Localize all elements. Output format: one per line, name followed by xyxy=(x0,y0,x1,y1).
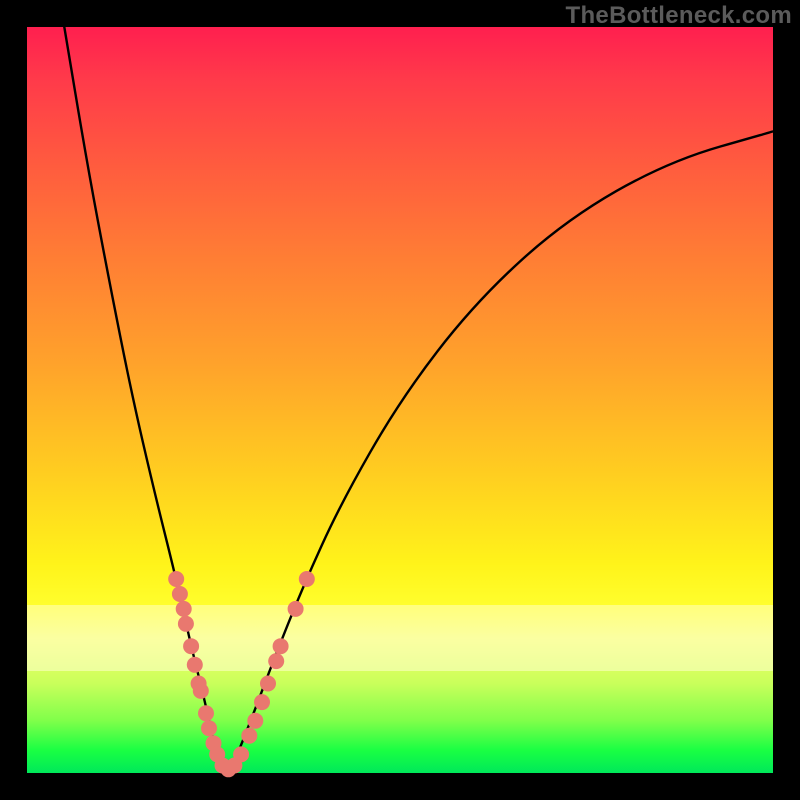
watermark-text: TheBottleneck.com xyxy=(566,2,792,30)
sample-dot xyxy=(241,728,257,744)
sample-dot xyxy=(201,720,217,736)
curve-layer xyxy=(27,27,773,773)
bottleneck-curve xyxy=(64,27,773,768)
sample-dot xyxy=(187,657,203,673)
sample-dot xyxy=(178,616,194,632)
sample-dot xyxy=(273,638,289,654)
chart-frame: TheBottleneck.com xyxy=(0,0,800,800)
sample-dot xyxy=(268,653,284,669)
sample-dot xyxy=(168,571,184,587)
sample-dot xyxy=(183,638,199,654)
sample-dot xyxy=(233,746,249,762)
sample-dot xyxy=(172,586,188,602)
sample-dot xyxy=(247,713,263,729)
sample-dot xyxy=(288,601,304,617)
sample-dot xyxy=(193,683,209,699)
sample-dot xyxy=(198,705,214,721)
sample-dot xyxy=(260,676,276,692)
plot-area xyxy=(27,27,773,773)
sample-dot xyxy=(254,694,270,710)
sample-dot xyxy=(299,571,315,587)
sample-dot xyxy=(176,601,192,617)
